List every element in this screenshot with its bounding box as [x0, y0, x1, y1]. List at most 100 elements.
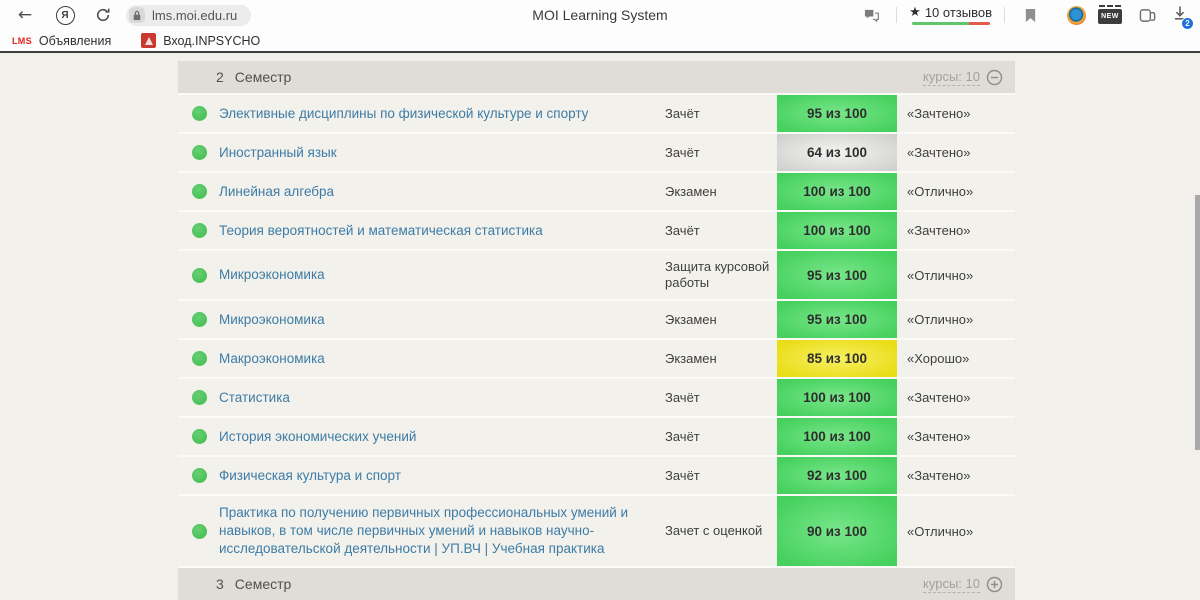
- course-subject-link[interactable]: Теория вероятностей и математическая ста…: [219, 223, 543, 238]
- bookmark-flag-icon: [1025, 8, 1035, 22]
- status-dot-icon: [192, 468, 207, 483]
- score-cell: 95 из 100: [777, 301, 897, 338]
- status-dot-icon: [192, 106, 207, 121]
- circled-minus-icon: [986, 69, 1003, 85]
- expand-semester-button[interactable]: [986, 576, 1003, 593]
- course-subject-link[interactable]: Микроэкономика: [219, 267, 325, 282]
- bookmarks-bar: LMS Объявления Вход.INPSYCHO: [0, 30, 1200, 51]
- grade-text: «Хорошо»: [907, 351, 970, 366]
- table-row: Теория вероятностей и математическая ста…: [178, 212, 1015, 251]
- status-dot-icon: [192, 223, 207, 238]
- course-subject-link[interactable]: Микроэкономика: [219, 312, 325, 327]
- refresh-icon: [96, 8, 110, 22]
- feedback-icon: [864, 9, 879, 22]
- yandex-icon: Я: [55, 5, 75, 25]
- status-dot-icon: [192, 267, 207, 283]
- course-subject-link[interactable]: Практика по получению первичных професси…: [219, 505, 628, 556]
- course-subject-link[interactable]: Линейная алгебра: [219, 184, 334, 199]
- yandex-button[interactable]: Я: [52, 3, 78, 27]
- table-row: Линейная алгебра Экзамен 100 из 100 «Отл…: [178, 173, 1015, 212]
- semester-number: 2: [216, 69, 224, 85]
- grade-text: «Отлично»: [907, 523, 974, 539]
- browser-toolbar: ← Я lms.moi.edu.ru MOI Learning System ★…: [0, 0, 1200, 30]
- bookmark-item-inpsycho[interactable]: Вход.INPSYCHO: [141, 33, 260, 48]
- grade-text: «Зачтено»: [907, 429, 971, 444]
- lock-icon: [129, 7, 145, 23]
- address-bar[interactable]: lms.moi.edu.ru: [126, 4, 252, 26]
- status-dot-icon: [192, 351, 207, 366]
- gradebook-table: 2 Семестр курсы: 10 Элективные дисциплин…: [178, 61, 1015, 600]
- download-count-badge: 2: [1181, 16, 1194, 30]
- table-row: Микроэкономика Экзамен 95 из 100 «Отличн…: [178, 301, 1015, 340]
- score-cell: 100 из 100: [777, 212, 897, 249]
- semester-label: Семестр: [234, 69, 292, 85]
- bookmark-item-announcements[interactable]: LMS Объявления: [12, 34, 111, 48]
- assessment-type: Зачёт: [665, 105, 700, 121]
- status-dot-icon: [192, 145, 207, 160]
- grade-text: «Зачтено»: [907, 223, 971, 238]
- divider: [1004, 7, 1005, 23]
- inpsycho-favicon: [141, 33, 157, 48]
- table-row: История экономических учений Зачёт 100 и…: [178, 418, 1015, 457]
- assessment-type: Зачёт: [665, 428, 700, 444]
- table-row: Статистика Зачёт 100 из 100 «Зачтено»: [178, 379, 1015, 418]
- assessment-type: Экзамен: [665, 183, 717, 199]
- extension-icon[interactable]: [1067, 5, 1086, 25]
- refresh-button[interactable]: [90, 3, 116, 27]
- bookmark-button[interactable]: [1017, 3, 1043, 27]
- score-cell: 100 из 100: [777, 379, 897, 416]
- courses-count-link[interactable]: курсы: 10: [923, 576, 980, 593]
- tab-groups-icon: [1139, 8, 1155, 22]
- new-extension-icon[interactable]: NEW: [1098, 5, 1122, 24]
- score-cell: 100 из 100: [777, 173, 897, 210]
- assessment-type: Зачет с оценкой: [665, 523, 763, 538]
- status-dot-icon: [192, 390, 207, 405]
- score-cell: 100 из 100: [777, 418, 897, 455]
- status-dot-icon: [192, 184, 207, 199]
- table-row: Физическая культура и спорт Зачёт 92 из …: [178, 457, 1015, 496]
- circled-plus-icon: [986, 576, 1003, 592]
- course-subject-link[interactable]: Иностранный язык: [219, 145, 337, 160]
- grade-text: «Зачтено»: [907, 390, 971, 405]
- reviews-button[interactable]: ★ 10 отзывов: [909, 5, 992, 25]
- assessment-type: Зачёт: [665, 222, 700, 238]
- semester-label: Семестр: [234, 576, 292, 592]
- bookmark-label: Объявления: [38, 33, 112, 48]
- reviews-label: 10 отзывов: [924, 5, 992, 20]
- grade-text: «Зачтено»: [907, 145, 971, 160]
- course-subject-link[interactable]: Элективные дисциплины по физической куль…: [219, 106, 588, 121]
- back-button[interactable]: ←: [12, 3, 38, 27]
- chrome-divider: [0, 51, 1200, 53]
- tab-groups-button[interactable]: [1134, 3, 1160, 27]
- semester-footer: 3 Семестр курсы: 10: [178, 568, 1015, 600]
- grade-text: «Отлично»: [907, 267, 974, 283]
- assessment-type: Зачёт: [665, 389, 700, 405]
- lms-favicon: LMS: [12, 35, 32, 46]
- score-cell: 95 из 100: [777, 251, 897, 299]
- reviews-rating-bar: [911, 22, 990, 25]
- course-subject-link[interactable]: Статистика: [219, 390, 290, 405]
- assessment-type: Зачёт: [665, 467, 700, 483]
- url-text: lms.moi.edu.ru: [152, 7, 238, 23]
- assessment-type: Экзамен: [665, 350, 717, 366]
- table-row: Практика по получению первичных професси…: [178, 496, 1015, 568]
- score-cell: 95 из 100: [777, 95, 897, 132]
- bookmark-label: Вход.INPSYCHO: [163, 33, 261, 48]
- courses-count-link[interactable]: курсы: 10: [923, 69, 980, 86]
- back-arrow-icon: ←: [17, 4, 33, 25]
- course-subject-link[interactable]: Макроэкономика: [219, 351, 325, 366]
- semester-number: 3: [216, 576, 224, 592]
- course-subject-link[interactable]: Физическая культура и спорт: [219, 468, 401, 483]
- grade-text: «Зачтено»: [907, 106, 971, 121]
- score-cell: 64 из 100: [777, 134, 897, 171]
- table-row: Макроэкономика Экзамен 85 из 100 «Хорошо…: [178, 340, 1015, 379]
- downloads-button[interactable]: 2: [1172, 5, 1194, 30]
- course-subject-link[interactable]: История экономических учений: [219, 429, 416, 444]
- status-dot-icon: [192, 429, 207, 444]
- collapse-semester-button[interactable]: [986, 69, 1003, 86]
- course-rows: Элективные дисциплины по физической куль…: [178, 95, 1015, 568]
- semester-header: 2 Семестр курсы: 10: [178, 61, 1015, 95]
- toolbar-right-icons: ★ 10 отзывов NEW 2: [850, 3, 1194, 30]
- scrollbar-thumb[interactable]: [1195, 195, 1200, 450]
- feedback-button[interactable]: [858, 3, 884, 27]
